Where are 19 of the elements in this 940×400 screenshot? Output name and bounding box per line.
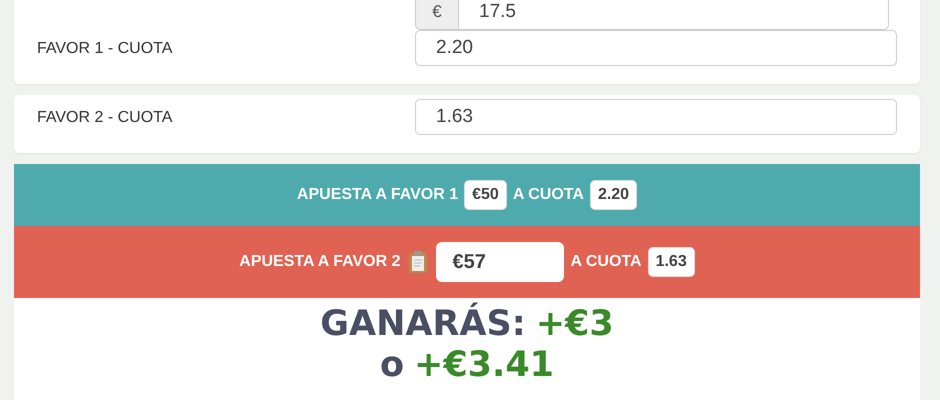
profit-value: +€3.41 <box>414 345 554 386</box>
bet-label: APUESTA A FAVOR 2 <box>239 253 400 271</box>
amount-field[interactable]: €57 <box>436 242 564 282</box>
odds-label: A CUOTA <box>512 186 584 204</box>
odds-badge: 2.20 <box>590 180 638 210</box>
input-field[interactable]: 2.20 <box>415 30 897 66</box>
odds-badge: 1.63 <box>648 247 695 277</box>
bet-label: APUESTA A FAVOR 1 <box>296 186 458 204</box>
currency-addon: € <box>415 0 458 30</box>
clipboard-icon <box>408 250 428 274</box>
odds-label: A CUOTA <box>570 253 642 271</box>
or-text: o <box>380 345 404 386</box>
field-label: FAVOR 1 - CUOTA <box>37 39 174 58</box>
input-field[interactable]: 1.63 <box>415 99 897 135</box>
result-label: GANARÁS: <box>320 304 526 345</box>
input-field[interactable]: 17.5 <box>458 0 889 30</box>
field-label: FAVOR 2 - CUOTA <box>37 108 174 127</box>
amount-badge: €50 <box>464 180 507 210</box>
profit-value: +€3 <box>536 304 614 345</box>
